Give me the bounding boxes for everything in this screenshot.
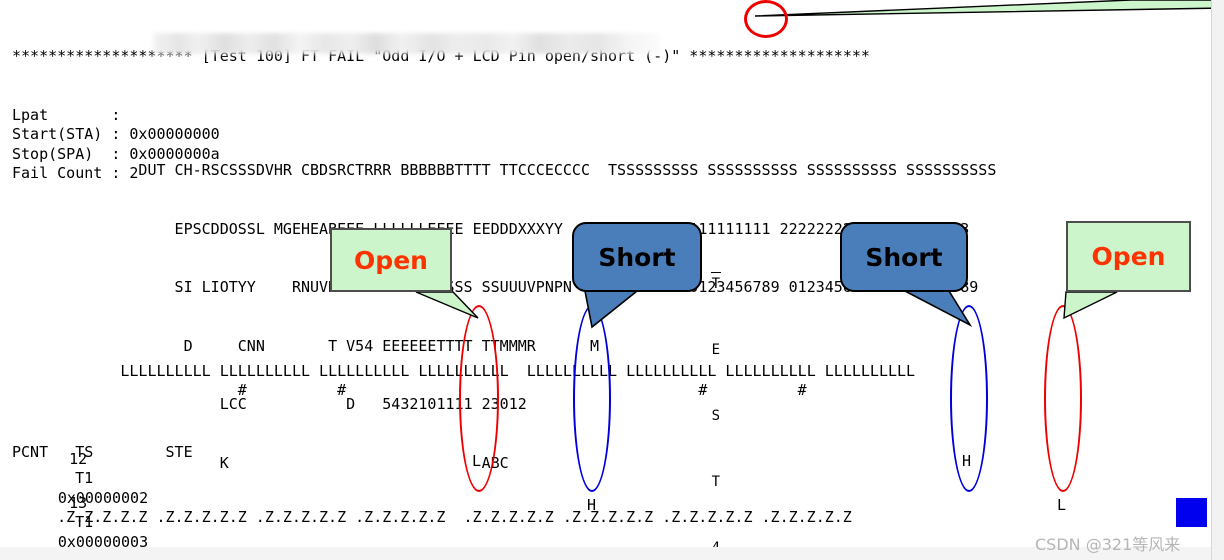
ellipse-open-left-highlight — [459, 305, 499, 492]
callout-label: Short — [865, 242, 943, 272]
callout-open-right[interactable]: Open — [1066, 221, 1191, 292]
row-pcnt: 12 — [69, 449, 88, 468]
level-mark: H — [587, 496, 597, 514]
callout-short-left[interactable]: Short — [572, 222, 702, 292]
ellipse-open-right-highlight — [1044, 305, 1082, 492]
ellipse-short-left-highlight — [573, 305, 611, 492]
lpat-redacted-value — [153, 33, 660, 54]
pin-grid-line: DUT CH-RSCSSSDVHR CBDSRCTRRR BBBBBBTTTT … — [12, 161, 997, 179]
callout-label: Short — [598, 242, 676, 272]
callout-label: Open — [1091, 242, 1166, 271]
row-pcnt: 13 — [69, 493, 88, 512]
bottom-strip — [0, 547, 1211, 560]
vertical-char: S — [711, 408, 721, 424]
pin-grid-line: D CNN T V54 EEEEEETTTT TTMMMR M — [12, 336, 599, 355]
screenshot-canvas: ******************** [Test 100] FT FAIL … — [0, 0, 1224, 560]
blue-square-marker — [1176, 498, 1207, 527]
right-scroll-gutter[interactable] — [1211, 0, 1224, 560]
circle-minus-highlight — [744, 0, 788, 38]
watermark-text: CSDN @321等风来 — [1035, 535, 1181, 554]
row-ts: T1 — [75, 513, 94, 531]
vertical-char: T — [710, 272, 722, 295]
level-mark: L — [1057, 496, 1067, 514]
ellipse-short-right-highlight — [950, 305, 988, 492]
fail-hash-line: # # # # — [12, 381, 807, 399]
callout-open-left[interactable]: Open — [330, 228, 452, 292]
callout-short-right[interactable]: Short — [840, 222, 968, 292]
vertical-char: E — [711, 342, 721, 358]
callout-label: Open — [354, 245, 428, 275]
